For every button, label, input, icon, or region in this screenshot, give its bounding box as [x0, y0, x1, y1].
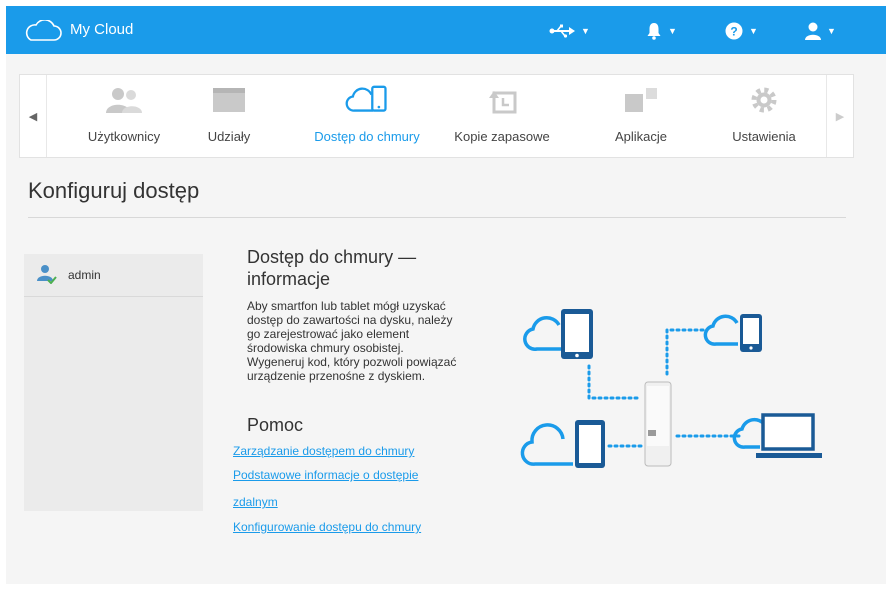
phone-cloud-top-icon — [703, 314, 762, 352]
laptop-cloud-icon — [732, 413, 822, 458]
nav-item-label: Kopie zapasowe — [454, 129, 550, 144]
nav-item-backups[interactable]: Kopie zapasowe — [437, 75, 567, 157]
nav-item-apps[interactable]: Aplikacje — [576, 75, 706, 157]
cloud-device-icon — [345, 83, 389, 117]
users-icon — [102, 83, 146, 117]
user-menu[interactable]: ▼ — [805, 20, 836, 42]
user-list-panel: admin — [24, 254, 203, 511]
help-link-remote-access-basics-cont[interactable]: zdalnym — [233, 495, 278, 509]
nav-item-label: Udziały — [207, 129, 251, 144]
divider — [28, 217, 846, 218]
help-menu[interactable]: ? ▼ — [725, 20, 758, 42]
app-frame: My Cloud ▼ ▼ ? ▼ ▼ ◀ Użytkownicy Udziały… — [6, 6, 886, 584]
nas-device-icon — [644, 381, 672, 467]
nav-item-shares[interactable]: Udziały — [164, 75, 294, 157]
nav-item-label: Aplikacje — [614, 129, 668, 144]
help-link-remote-access-basics[interactable]: Podstawowe informacje o dostępie — [233, 468, 418, 482]
chevron-down-icon: ▼ — [668, 26, 677, 36]
user-list-item[interactable]: admin — [24, 254, 203, 297]
gear-icon — [742, 83, 786, 117]
chevron-down-icon: ▼ — [749, 26, 758, 36]
bell-icon — [647, 23, 661, 40]
cloud-logo[interactable] — [20, 20, 64, 42]
nav-right-arrow[interactable]: ▶ — [826, 75, 853, 157]
info-title: Dostęp do chmury — informacje — [247, 246, 467, 290]
nav-item-label: Ustawienia — [732, 129, 796, 144]
apps-icon — [619, 83, 663, 117]
info-body-line: urządzenie przenośne z dyskiem. — [247, 369, 426, 383]
top-bar: My Cloud ▼ ▼ ? ▼ ▼ — [6, 6, 886, 54]
info-body-line: go zarejestrować jako element — [247, 327, 410, 341]
usb-icon — [549, 24, 575, 38]
help-link-configure-cloud-access[interactable]: Konfigurowanie dostępu do chmury — [233, 520, 421, 534]
info-body-line: środowiska chmury osobistej. — [247, 341, 404, 355]
nav-left-arrow[interactable]: ◀ — [20, 75, 47, 157]
help-icon: ? — [725, 22, 743, 40]
info-title-line: informacje — [247, 269, 331, 289]
help-title: Pomoc — [247, 415, 304, 435]
alerts-menu[interactable]: ▼ — [646, 20, 677, 42]
info-body-line: dostęp do zawartości na dysku, należy — [247, 313, 453, 327]
user-name: admin — [68, 268, 101, 282]
cloud-access-diagram — [520, 309, 822, 468]
info-body-line: Aby smartfon lub tablet mógł uzyskać — [247, 299, 446, 313]
backup-icon — [480, 83, 524, 117]
chevron-down-icon: ▼ — [581, 26, 590, 36]
nav-item-cloud-access[interactable]: Dostęp do chmury — [302, 75, 432, 157]
tablet-cloud-bottom-icon — [520, 420, 605, 468]
info-title-line: Dostęp do chmury — — [247, 247, 417, 267]
info-body: Aby smartfon lub tablet mógł uzyskać dos… — [247, 299, 479, 383]
info-body-line: Wygeneruj kod, który pozwoli powiązać — [247, 355, 457, 369]
user-check-icon — [37, 265, 57, 284]
help-link-manage-cloud-access[interactable]: Zarządzanie dostępem do chmury — [233, 444, 414, 458]
chevron-down-icon: ▼ — [827, 26, 836, 36]
tablet-cloud-top-icon — [523, 309, 593, 359]
page-title: Konfiguruj dostęp — [28, 178, 200, 203]
usb-menu[interactable]: ▼ — [549, 20, 590, 42]
main-nav: ◀ Użytkownicy Udziały Dostęp do chmury K… — [19, 74, 854, 158]
nav-item-label: Dostęp do chmury — [314, 129, 420, 144]
nav-item-settings[interactable]: Ustawienia — [699, 75, 829, 157]
app-title: My Cloud — [70, 21, 134, 38]
folder-icon — [207, 83, 251, 117]
user-icon — [805, 22, 821, 40]
svg-text:?: ? — [730, 25, 737, 39]
